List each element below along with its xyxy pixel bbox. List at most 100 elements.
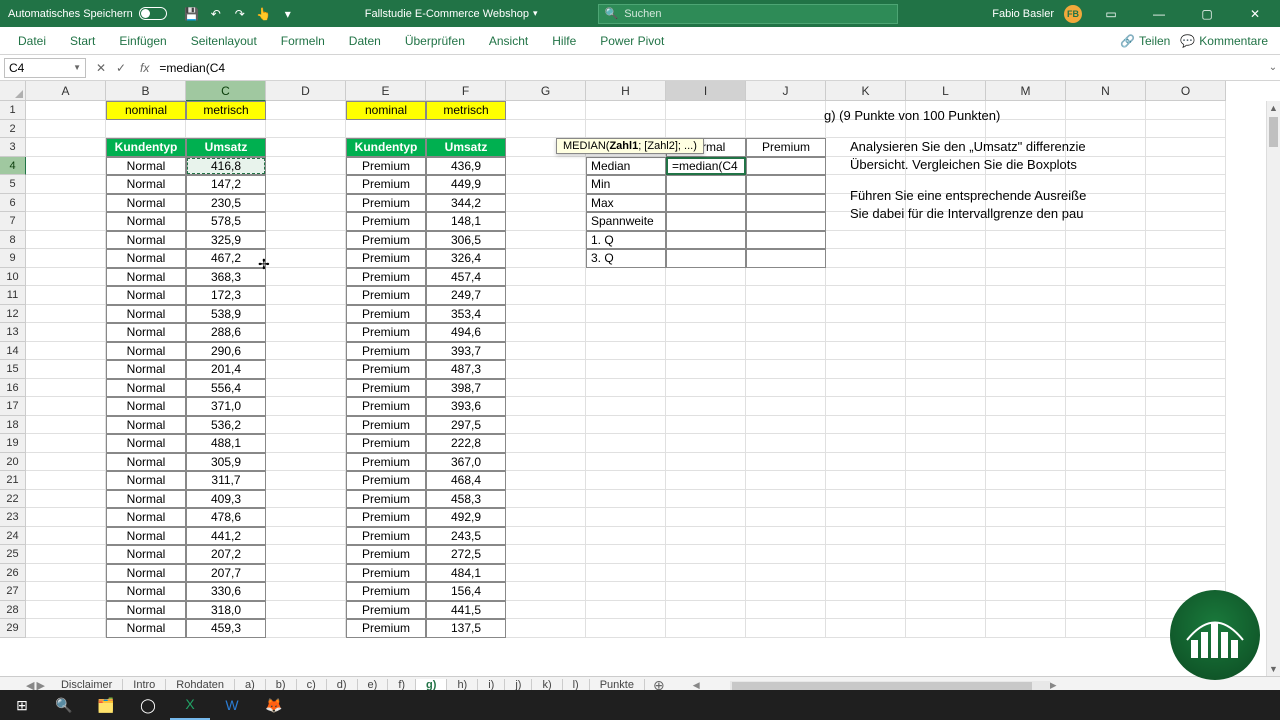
cell-C3[interactable]: Umsatz	[186, 138, 266, 157]
cell-D20[interactable]	[266, 453, 346, 472]
tab-datei[interactable]: Datei	[6, 27, 58, 54]
cell-O24[interactable]	[1146, 527, 1226, 546]
cell-C1[interactable]: metrisch	[186, 101, 266, 120]
cell-O3[interactable]	[1146, 138, 1226, 157]
row-header-10[interactable]: 10	[0, 268, 26, 287]
cell-K10[interactable]	[826, 268, 906, 287]
cell-D4[interactable]	[266, 157, 346, 176]
cell-F19[interactable]: 222,8	[426, 434, 506, 453]
cell-M17[interactable]	[986, 397, 1066, 416]
cell-G25[interactable]	[506, 545, 586, 564]
row-header-11[interactable]: 11	[0, 286, 26, 305]
cell-E1[interactable]: nominal	[346, 101, 426, 120]
row-header-20[interactable]: 20	[0, 453, 26, 472]
sheet-tab-Intro[interactable]: Intro	[123, 679, 166, 691]
cell-J26[interactable]	[746, 564, 826, 583]
cell-A20[interactable]	[26, 453, 106, 472]
cell-J14[interactable]	[746, 342, 826, 361]
cell-J27[interactable]	[746, 582, 826, 601]
cell-A1[interactable]	[26, 101, 106, 120]
cell-K24[interactable]	[826, 527, 906, 546]
scroll-down-icon[interactable]: ▼	[1267, 662, 1280, 676]
sheet-tab-b[interactable]: b)	[266, 679, 297, 691]
horizontal-scrollbar[interactable]	[730, 681, 1050, 691]
cell-L18[interactable]	[906, 416, 986, 435]
cell-I10[interactable]	[666, 268, 746, 287]
col-header-D[interactable]: D	[266, 81, 346, 101]
cell-C9[interactable]: 467,2	[186, 249, 266, 268]
cell-J28[interactable]	[746, 601, 826, 620]
doc-dropdown-icon[interactable]: ▾	[533, 8, 538, 19]
cell-E11[interactable]: Premium	[346, 286, 426, 305]
cell-J5[interactable]	[746, 175, 826, 194]
cell-H17[interactable]	[586, 397, 666, 416]
sheet-tab-f[interactable]: f)	[388, 679, 416, 691]
cell-O10[interactable]	[1146, 268, 1226, 287]
cell-D7[interactable]	[266, 212, 346, 231]
scroll-up-icon[interactable]: ▲	[1267, 101, 1280, 115]
cell-N4[interactable]	[1066, 157, 1146, 176]
cell-C23[interactable]: 478,6	[186, 508, 266, 527]
cell-G16[interactable]	[506, 379, 586, 398]
cancel-formula-icon[interactable]: ✕	[92, 59, 110, 77]
cell-I2[interactable]	[666, 120, 746, 139]
cell-C20[interactable]: 305,9	[186, 453, 266, 472]
cell-A22[interactable]	[26, 490, 106, 509]
cell-O19[interactable]	[1146, 434, 1226, 453]
cell-F8[interactable]: 306,5	[426, 231, 506, 250]
cell-E28[interactable]: Premium	[346, 601, 426, 620]
cell-E22[interactable]: Premium	[346, 490, 426, 509]
cell-H14[interactable]	[586, 342, 666, 361]
cell-K28[interactable]	[826, 601, 906, 620]
row-header-23[interactable]: 23	[0, 508, 26, 527]
taskbar-obs-icon[interactable]: ◯	[128, 690, 168, 720]
cell-N29[interactable]	[1066, 619, 1146, 638]
cell-A14[interactable]	[26, 342, 106, 361]
cell-B6[interactable]: Normal	[106, 194, 186, 213]
cell-I9[interactable]	[666, 249, 746, 268]
sheet-tab-k[interactable]: k)	[532, 679, 562, 691]
cell-N26[interactable]	[1066, 564, 1146, 583]
row-header-19[interactable]: 19	[0, 434, 26, 453]
cell-N10[interactable]	[1066, 268, 1146, 287]
row-header-15[interactable]: 15	[0, 360, 26, 379]
cell-A23[interactable]	[26, 508, 106, 527]
cell-D29[interactable]	[266, 619, 346, 638]
cell-G8[interactable]	[506, 231, 586, 250]
cell-I21[interactable]	[666, 471, 746, 490]
cell-A13[interactable]	[26, 323, 106, 342]
cell-C22[interactable]: 409,3	[186, 490, 266, 509]
cell-E10[interactable]: Premium	[346, 268, 426, 287]
cell-I22[interactable]	[666, 490, 746, 509]
cell-L17[interactable]	[906, 397, 986, 416]
cell-M25[interactable]	[986, 545, 1066, 564]
cell-F28[interactable]: 441,5	[426, 601, 506, 620]
cell-I18[interactable]	[666, 416, 746, 435]
cell-M9[interactable]	[986, 249, 1066, 268]
cell-B21[interactable]: Normal	[106, 471, 186, 490]
cell-J6[interactable]	[746, 194, 826, 213]
cell-N2[interactable]	[1066, 120, 1146, 139]
undo-icon[interactable]: ↶	[205, 3, 227, 25]
cell-N25[interactable]	[1066, 545, 1146, 564]
cell-G13[interactable]	[506, 323, 586, 342]
cell-O17[interactable]	[1146, 397, 1226, 416]
cell-L25[interactable]	[906, 545, 986, 564]
row-header-13[interactable]: 13	[0, 323, 26, 342]
cell-F16[interactable]: 398,7	[426, 379, 506, 398]
cell-N23[interactable]	[1066, 508, 1146, 527]
cell-L21[interactable]	[906, 471, 986, 490]
cell-L23[interactable]	[906, 508, 986, 527]
cell-O14[interactable]	[1146, 342, 1226, 361]
cell-J9[interactable]	[746, 249, 826, 268]
cell-F11[interactable]: 249,7	[426, 286, 506, 305]
cell-N28[interactable]	[1066, 601, 1146, 620]
cell-D28[interactable]	[266, 601, 346, 620]
tab-daten[interactable]: Daten	[337, 27, 393, 54]
taskbar-app1-icon[interactable]: 🗂️	[86, 690, 126, 720]
cell-M13[interactable]	[986, 323, 1066, 342]
cell-C29[interactable]: 459,3	[186, 619, 266, 638]
tab-ueberpruefen[interactable]: Überprüfen	[393, 27, 477, 54]
cell-L11[interactable]	[906, 286, 986, 305]
formula-input[interactable]: =median(C4	[153, 58, 1266, 78]
